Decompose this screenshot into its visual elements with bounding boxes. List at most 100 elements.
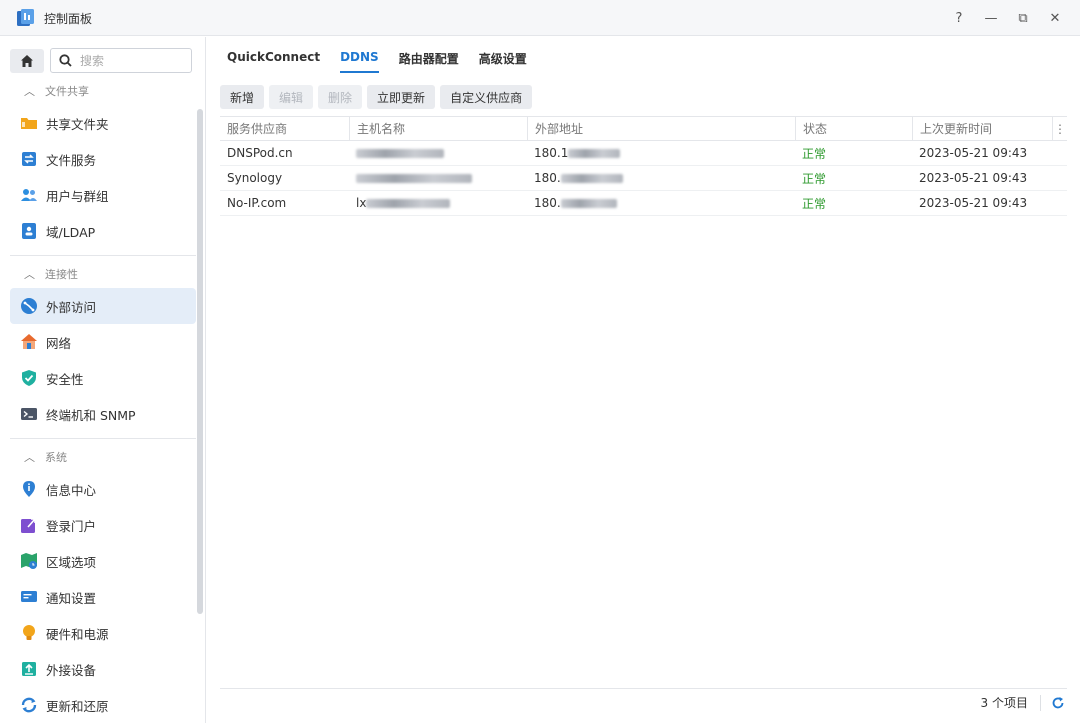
provider-cell: No-IP.com — [227, 196, 287, 210]
updated-cell: 2023-05-21 09:43 — [919, 146, 1028, 160]
address-cell: 180. — [527, 166, 795, 190]
delete-button[interactable]: 删除 — [318, 85, 363, 109]
tab-ddns[interactable]: DDNS — [340, 50, 379, 73]
updated-cell: 2023-05-21 09:43 — [919, 171, 1028, 185]
refresh-icon — [1052, 696, 1064, 708]
sidebar-item-users-groups[interactable]: 用户与群组 — [10, 177, 196, 213]
update-icon — [21, 697, 37, 713]
sidebar-item-external-access[interactable]: 外部访问 — [10, 288, 196, 324]
window-title: 控制面板 — [44, 12, 93, 26]
help-icon[interactable]: ? — [948, 8, 970, 28]
external-device-icon — [22, 662, 36, 676]
sidebar-item-terminal-snmp[interactable]: 终端机和 SNMP — [10, 396, 196, 432]
sidebar-item-external-devices[interactable]: 外接设备 — [10, 651, 196, 687]
status-cell: 正常 — [802, 171, 827, 186]
sidebar-item-shared-folder[interactable]: 共享文件夹 — [10, 105, 196, 141]
close-icon[interactable]: ✕ — [1044, 8, 1066, 28]
column-header-external-address[interactable]: 外部地址 — [527, 117, 795, 140]
redacted-address — [560, 173, 623, 183]
bulb-icon — [23, 625, 35, 640]
provider-cell: Synology — [227, 171, 283, 185]
search-icon — [59, 54, 72, 67]
section-connectivity[interactable]: ︿ 连接性 — [10, 260, 196, 288]
tab-bar: QuickConnect DDNS 路由器配置 高级设置 — [227, 50, 527, 73]
custom-provider-button[interactable]: 自定义供应商 — [440, 85, 533, 109]
section-file-sharing[interactable]: ︿ 文件共享 — [10, 77, 196, 105]
table-header: 服务供应商 主机名称 外部地址 状态 上次更新时间 ⋮ — [220, 116, 1067, 141]
section-divider — [10, 255, 196, 256]
shield-icon — [22, 370, 36, 386]
sidebar-item-regional-options[interactable]: 区域选项 — [10, 543, 196, 579]
column-header-hostname[interactable]: 主机名称 — [349, 117, 527, 140]
sidebar-item-login-portal[interactable]: 登录门户 — [10, 507, 196, 543]
control-panel-app-icon — [16, 8, 36, 28]
status-cell: 正常 — [802, 196, 827, 211]
info-icon — [23, 481, 35, 497]
table-row[interactable]: Synology 180. 正常 2023-05-21 09:43 — [220, 166, 1067, 191]
redacted-hostname — [356, 173, 472, 183]
sidebar-search[interactable] — [50, 48, 192, 73]
home-button[interactable] — [10, 49, 44, 73]
section-title: 连接性 — [45, 268, 78, 281]
footer-divider — [1040, 694, 1041, 711]
column-menu-icon[interactable]: ⋮ — [1052, 117, 1067, 140]
ldap-icon — [22, 223, 36, 239]
add-button[interactable]: 新增 — [220, 85, 265, 109]
chevron-up-icon: ︿ — [24, 268, 35, 281]
refresh-button[interactable] — [1049, 694, 1067, 712]
section-title: 系统 — [45, 451, 67, 464]
users-icon — [21, 189, 37, 201]
column-header-last-updated[interactable]: 上次更新时间 — [912, 117, 1052, 140]
sidebar-item-hardware-power[interactable]: 硬件和电源 — [10, 615, 196, 651]
sidebar-nav: ︿ 文件共享 共享文件夹 文件服务 用户与群组 域/LDAP ︿ 连接性 外部访… — [10, 77, 196, 723]
sidebar-item-security[interactable]: 安全性 — [10, 360, 196, 396]
search-input[interactable] — [80, 53, 180, 68]
sidebar-item-file-services[interactable]: 文件服务 — [10, 141, 196, 177]
redacted-address — [568, 148, 621, 158]
chevron-up-icon: ︿ — [24, 451, 35, 464]
updated-cell: 2023-05-21 09:43 — [919, 196, 1028, 210]
tab-advanced[interactable]: 高级设置 — [479, 50, 527, 73]
edit-button[interactable]: 编辑 — [269, 85, 314, 109]
hostname-cell — [349, 141, 527, 165]
table-row[interactable]: DNSPod.cn 180.1 正常 2023-05-21 09:43 — [220, 141, 1067, 166]
redacted-hostname — [366, 198, 451, 208]
minimize-icon[interactable]: — — [980, 8, 1002, 28]
network-house-icon — [21, 334, 37, 349]
title-bar: 控制面板 ? — ⧉ ✕ — [0, 0, 1080, 36]
external-access-icon — [21, 298, 37, 314]
sidebar-item-domain-ldap[interactable]: 域/LDAP — [10, 213, 196, 249]
sidebar-item-info-center[interactable]: 信息中心 — [10, 471, 196, 507]
sidebar-item-update-restore[interactable]: 更新和还原 — [10, 687, 196, 723]
tab-quickconnect[interactable]: QuickConnect — [227, 50, 320, 73]
hostname-cell: lx — [349, 191, 527, 215]
sidebar-scrollbar[interactable] — [197, 109, 203, 614]
column-header-provider[interactable]: 服务供应商 — [220, 117, 349, 140]
item-count: 3 个项目 — [980, 696, 1028, 710]
section-system[interactable]: ︿ 系统 — [10, 443, 196, 471]
column-header-status[interactable]: 状态 — [795, 117, 912, 140]
update-now-button[interactable]: 立即更新 — [367, 85, 436, 109]
table-row[interactable]: No-IP.com lx 180. 正常 2023-05-21 09:43 — [220, 191, 1067, 216]
provider-cell: DNSPod.cn — [227, 146, 293, 160]
chevron-up-icon: ︿ — [24, 85, 35, 98]
window-controls: ? — ⧉ ✕ — [948, 8, 1066, 28]
sidebar: ︿ 文件共享 共享文件夹 文件服务 用户与群组 — [0, 37, 206, 723]
address-cell: 180. — [527, 191, 795, 215]
section-title: 文件共享 — [45, 85, 89, 98]
folder-share-icon — [21, 118, 37, 129]
tab-router-config[interactable]: 路由器配置 — [399, 50, 459, 73]
main-panel: QuickConnect DDNS 路由器配置 高级设置 新增 编辑 删除 立即… — [207, 37, 1080, 723]
status-cell: 正常 — [802, 146, 827, 161]
login-portal-icon — [21, 518, 36, 533]
sidebar-item-notification[interactable]: 通知设置 — [10, 579, 196, 615]
home-icon — [21, 55, 33, 67]
restore-icon[interactable]: ⧉ — [1012, 8, 1034, 28]
sidebar-item-network[interactable]: 网络 — [10, 324, 196, 360]
redacted-address — [560, 198, 617, 208]
region-icon — [21, 553, 37, 569]
file-services-icon — [22, 152, 36, 166]
terminal-icon — [21, 408, 37, 420]
redacted-hostname — [356, 148, 444, 158]
table-footer: 3 个项目 — [220, 688, 1067, 716]
